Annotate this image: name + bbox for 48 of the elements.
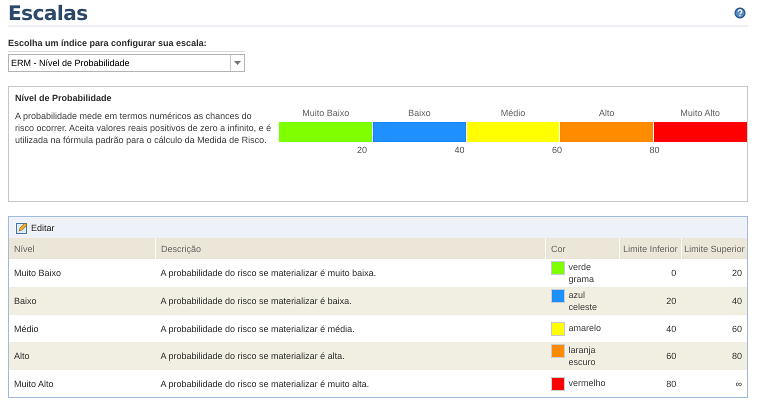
table-cell: A probabilidade do risco se materializar é baixa.: [155, 287, 546, 315]
table-cell: Baixo: [9, 287, 156, 315]
color-name: amarelo: [568, 322, 602, 334]
table-cell: 80: [681, 342, 747, 370]
edit-button[interactable]: Editar: [14, 218, 57, 236]
color-name: laranja escuro: [568, 344, 597, 368]
table-cell: Muito Baixo: [9, 259, 156, 287]
scale-description: A probabilidade mede em termos numéricos as chances do risco ocorrer. Aceita valores reais positivos de zero a infinito, e é utilizada na fórmula padrão para o cálculo da Medida de Risco.: [15, 110, 272, 146]
table-cell: ∞: [681, 370, 747, 397]
column-header: Descrição: [155, 238, 546, 259]
edit-icon: [16, 222, 28, 234]
panel-title: Nível de Probabilidade: [15, 93, 113, 103]
segment-label: Médio: [500, 108, 526, 120]
segment-label: Muito Alto: [679, 108, 721, 120]
table-cell: Alto: [9, 342, 156, 370]
caret-icon: [234, 61, 241, 65]
column-header: Limite Superior: [681, 238, 747, 259]
segment-label: Muito Baixo: [301, 108, 350, 120]
table-cell: 0: [619, 259, 682, 287]
table-cell: A probabilidade do risco se materializar é média.: [155, 315, 546, 342]
help-icon[interactable]: [734, 6, 746, 18]
table-cell: 20: [619, 287, 682, 315]
tick-label: 40: [454, 145, 466, 155]
tick-label: 60: [552, 145, 564, 155]
column-header: Nível: [9, 238, 156, 259]
segment-label: Alto: [598, 108, 616, 120]
table-cell: 60: [619, 342, 682, 370]
table-cell: 60: [681, 315, 747, 342]
column-header: Limite Inferior: [619, 238, 682, 259]
page-title: Escalas: [8, 0, 88, 24]
index-dropdown[interactable]: ERM - Nível de Probabilidade: [8, 54, 245, 72]
segment-label: Baixo: [407, 108, 432, 120]
color-name: azul celeste: [568, 289, 598, 313]
table-cell: 40: [619, 315, 682, 342]
table-cell: Muito Alto: [9, 370, 156, 397]
table-cell: 20: [681, 259, 747, 287]
color-name: verde grama: [568, 261, 596, 285]
table-cell: A probabilidade do risco se materializar é muito baixa.: [155, 259, 546, 287]
tick-label: 80: [650, 145, 661, 155]
tick-label: 20: [357, 145, 368, 155]
table-cell: 40: [681, 287, 747, 315]
color-name: vermelho: [568, 376, 607, 388]
field-label: Escolha um índice para configurar sua escala:: [8, 38, 245, 52]
column-header: Cor: [546, 238, 620, 259]
table-cell: A probabilidade do risco se materializar é alta.: [155, 342, 546, 370]
table-cell: Médio: [9, 315, 156, 342]
table-cell: 80: [619, 370, 682, 397]
table-cell: A probabilidade do risco se materializar é muito alta.: [155, 370, 546, 397]
